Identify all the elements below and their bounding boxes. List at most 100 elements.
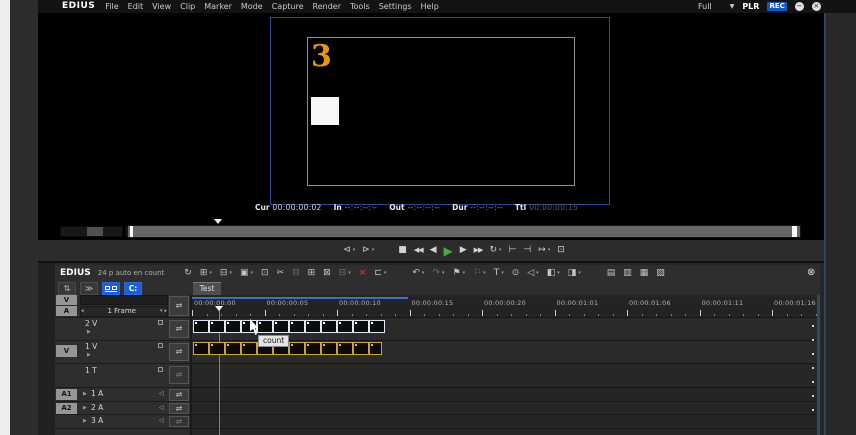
menu-item-view[interactable]: View	[152, 2, 171, 11]
rewind-icon[interactable]: ◀◀	[414, 247, 424, 254]
menu-item-help[interactable]: Help	[421, 2, 439, 11]
copy-icon[interactable]: ⊞	[308, 268, 316, 278]
delete-icon[interactable]: ×	[359, 268, 367, 278]
clip-frame-segment[interactable]	[225, 320, 241, 333]
transition-icon[interactable]: ◧ ▾	[547, 268, 560, 278]
clip-frame-segment[interactable]	[369, 342, 382, 355]
playhead-handle-icon[interactable]	[215, 306, 223, 311]
lane-expander-icon[interactable]	[812, 381, 814, 383]
track-1v-indicator[interactable]	[158, 343, 163, 348]
patch-button-source[interactable]: ⇌	[169, 296, 189, 316]
lane-expander-icon[interactable]	[812, 367, 814, 369]
position-marker[interactable]	[130, 226, 133, 237]
set-in-out-icon[interactable]: ⊏ ▾	[374, 268, 386, 278]
menu-item-clip[interactable]: Clip	[180, 2, 195, 11]
goto-in-icon[interactable]: ⊢	[509, 246, 517, 255]
mute-icon[interactable]: ⚐ ▾	[473, 268, 486, 278]
duration-caret-icon[interactable]: ▾	[160, 309, 163, 314]
play-icon[interactable]: ▶	[444, 245, 453, 257]
prev-edit-point-icon[interactable]: ⊲ ▾	[343, 246, 355, 255]
track-2a-expander-icon[interactable]: ▶	[83, 406, 87, 411]
track-1a-speaker-icon[interactable]: ◁	[159, 391, 164, 397]
timeline-close-icon[interactable]: ⊗	[807, 268, 815, 278]
track-3a-expander-icon[interactable]: ▶	[83, 419, 87, 424]
sequence-tab[interactable]: Test	[193, 282, 221, 295]
clip-frame-segment[interactable]	[273, 320, 289, 333]
clip-frame-segment[interactable]	[225, 342, 241, 355]
fast-forward-icon[interactable]: ▶▶	[474, 247, 484, 254]
lane-expander-icon[interactable]	[812, 325, 814, 327]
menu-item-mode[interactable]: Mode	[241, 2, 263, 11]
lane-expander-icon[interactable]	[812, 339, 814, 341]
lane-expander-icon[interactable]	[812, 353, 814, 355]
goto-out-icon[interactable]: ⊣	[523, 246, 531, 255]
patch-button-3a[interactable]: ⇌	[169, 416, 189, 427]
track-3a-speaker-icon[interactable]: ◁	[159, 418, 164, 424]
add-cut-point-icon[interactable]: ⊡	[261, 268, 269, 278]
view-mode-select[interactable]: Full	[698, 2, 712, 11]
insert-overwrite-mode-icon[interactable]	[102, 282, 120, 295]
menu-item-marker[interactable]: Marker	[204, 2, 232, 11]
timeline-ruler[interactable]: 00:00:00:00 00:00:00:05 00:00:00:10 00:00:0…	[192, 297, 820, 317]
v-track-patch[interactable]: V	[56, 345, 77, 357]
audio-fade-icon[interactable]: ◨ ▾	[568, 268, 581, 278]
clip-frame-segment[interactable]	[353, 342, 369, 355]
menu-item-edit[interactable]: Edit	[128, 2, 144, 11]
clip-frame-segment[interactable]	[337, 320, 353, 333]
paste-icon[interactable]: ⊠	[323, 268, 331, 278]
title-icon[interactable]: T ▾	[494, 268, 504, 278]
clip-frame-segment[interactable]	[369, 320, 385, 333]
clip-frame-segment[interactable]	[321, 320, 337, 333]
track-label-1t[interactable]: 1 T	[85, 367, 97, 375]
redo-icon[interactable]: ↷ ▾	[432, 268, 444, 278]
next-frame-icon[interactable]: ▶	[460, 246, 467, 255]
clip-frame-segment[interactable]	[241, 342, 257, 355]
undo-icon[interactable]: ↶ ▾	[412, 268, 424, 278]
clip-frame-segment[interactable]	[305, 342, 321, 355]
speech-icon[interactable]: ⊙	[512, 268, 520, 278]
track-label-3a[interactable]: 3 A	[91, 417, 103, 425]
add-marker-icon[interactable]: ⚑ ▾	[453, 268, 466, 278]
track-label-1v[interactable]: 1 V	[85, 343, 97, 351]
position-end-handle[interactable]	[792, 226, 797, 237]
patch-button-1t[interactable]: ⇌	[169, 366, 189, 384]
clip-frame-segment[interactable]	[193, 320, 209, 333]
patch-button-2v[interactable]: ⇌	[169, 320, 189, 338]
panel-layout-icon-3[interactable]: ▦	[640, 268, 649, 278]
clip-frame-segment[interactable]	[321, 342, 337, 355]
track-label-2v[interactable]: 2 V	[85, 320, 97, 328]
patch-button-1v[interactable]: ⇌	[169, 343, 189, 361]
close-icon[interactable]: ×	[811, 2, 821, 11]
audio-source-patch[interactable]: A	[56, 306, 77, 316]
clip-frame-segment[interactable]	[337, 342, 353, 355]
clip-frame-segment[interactable]	[289, 320, 305, 333]
track-1v-expander-icon[interactable]: ▶	[87, 353, 91, 358]
patch-button-2a[interactable]: ⇌	[169, 403, 189, 414]
track-2a-speaker-icon[interactable]: ◁	[159, 405, 164, 411]
sync-mode-icon[interactable]: ⇅	[58, 282, 76, 295]
rec-badge[interactable]: REC	[767, 2, 787, 11]
track-lane-3a[interactable]	[192, 415, 820, 428]
export-icon[interactable]: ⊡	[557, 246, 565, 255]
clip-frame-segment[interactable]	[305, 320, 321, 333]
menu-item-settings[interactable]: Settings	[379, 2, 412, 11]
track-lane-1t[interactable]	[192, 364, 820, 387]
sync-lock-mode-icon[interactable]: C:	[124, 282, 142, 295]
timeline-scrollbar[interactable]	[817, 295, 820, 435]
a2-patch[interactable]: A2	[56, 403, 77, 414]
new-sequence-icon[interactable]: ⊞ ▾	[200, 268, 212, 278]
track-1a-expander-icon[interactable]: ▶	[83, 392, 87, 397]
clip-frame-segment[interactable]	[193, 342, 209, 355]
track-label-2a[interactable]: 2 A	[91, 404, 103, 412]
goto-next-edit-icon[interactable]: ↦ ▾	[538, 246, 550, 255]
track-lane-1a[interactable]	[192, 388, 820, 401]
duration-next-icon[interactable]: ▸	[164, 309, 167, 314]
duration-preset-control[interactable]: ◂ 1 Frame ▾ ▸	[80, 306, 168, 317]
refresh-project-icon[interactable]: ↻	[184, 268, 192, 278]
clip-frame-segment[interactable]	[289, 342, 305, 355]
menu-item-tools[interactable]: Tools	[350, 2, 370, 11]
prev-frame-icon[interactable]: ◀	[430, 246, 437, 255]
menu-item-file[interactable]: File	[105, 2, 118, 11]
clip-frame-segment[interactable]	[209, 320, 225, 333]
player-position-bar[interactable]	[127, 225, 801, 238]
